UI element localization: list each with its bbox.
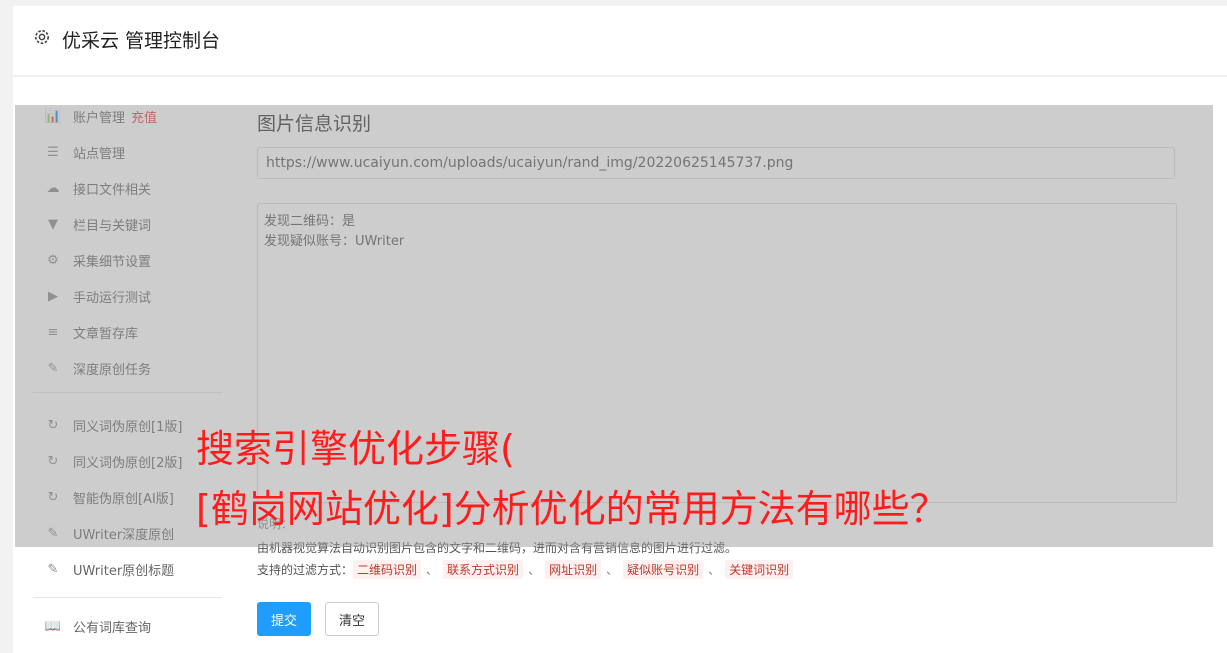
filter-separator: 、 [528, 563, 541, 577]
sidebar-item-uwriter-title[interactable]: ✎ UWriter原创标题 [45, 559, 175, 579]
filter-tag: 关键词识别 [725, 560, 794, 579]
gear-icon [33, 28, 51, 46]
filter-tag: 联系方式识别 [443, 560, 524, 579]
top-header: 优采云 管理控制台 [13, 6, 1227, 76]
filter-separator: 、 [426, 563, 439, 577]
app-title: 优采云 管理控制台 [62, 30, 221, 52]
filter-tag: 二维码识别 [353, 560, 422, 579]
filter-separator: 、 [606, 563, 619, 577]
overlay-headline-line1: 搜索引擎优化步骤( [196, 427, 515, 471]
submit-button[interactable]: 提交 [257, 602, 311, 636]
filter-separator: 、 [708, 563, 721, 577]
edit-icon: ✎ [47, 561, 59, 577]
overlay-headline-line2: [鹤岗网站优化]分析优化的常用方法有哪些？ [196, 487, 948, 531]
sidebar-item-label: UWriter原创标题 [73, 563, 175, 579]
sidebar-item-label: 公有词库查询 [73, 620, 152, 636]
clear-button[interactable]: 清空 [325, 602, 379, 636]
sidebar-item-public-lexicon[interactable]: 📖 公有词库查询 [45, 616, 151, 636]
gray-overlay [15, 105, 1213, 547]
filter-methods: 支持的过滤方式： 二维码识别 、 联系方式识别 、 网址识别 、 疑似账号识别 … [257, 560, 794, 579]
book-icon: 📖 [44, 618, 62, 634]
filter-label: 支持的过滤方式： [257, 563, 354, 577]
filter-tag: 网址识别 [545, 560, 602, 579]
sidebar-divider [33, 597, 222, 598]
filter-tag: 疑似账号识别 [623, 560, 704, 579]
